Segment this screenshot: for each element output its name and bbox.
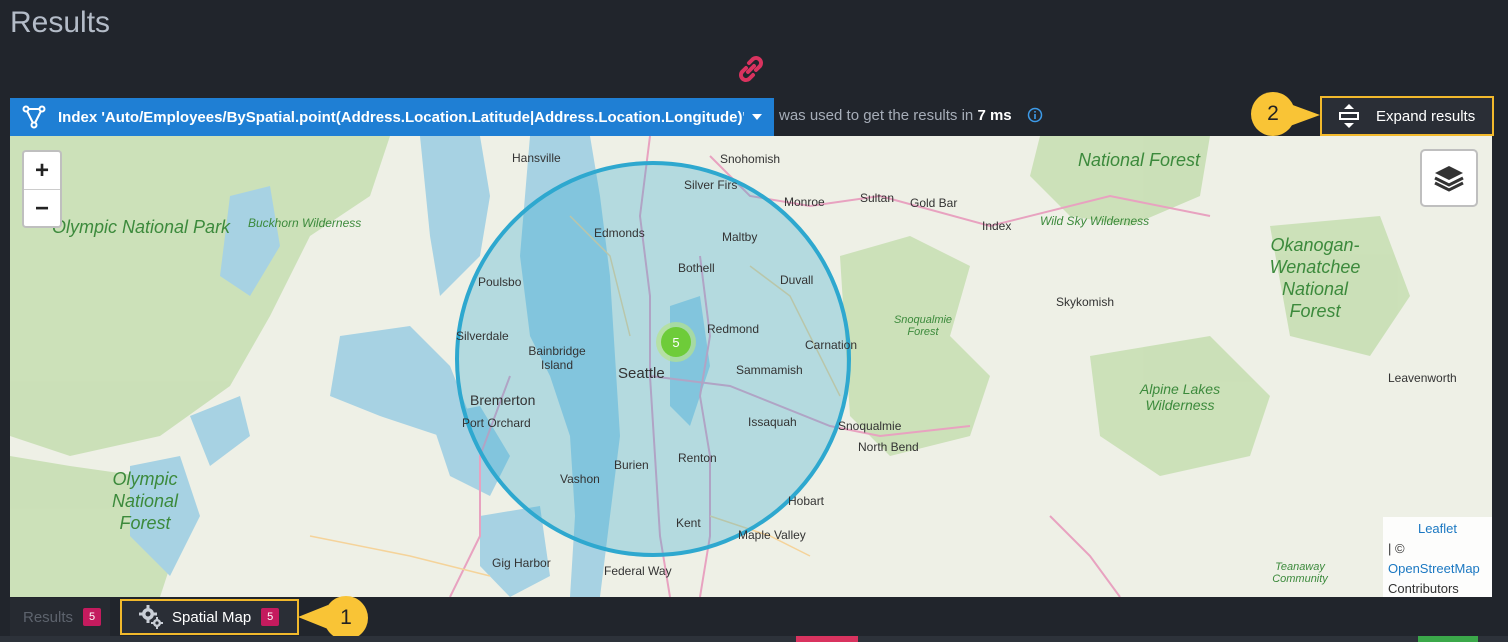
map-place-label: Hobart	[788, 494, 825, 508]
zoom-out-button[interactable]: −	[24, 190, 60, 227]
status-strip	[0, 636, 1508, 642]
tab-spatial-map[interactable]: Spatial Map 5	[120, 599, 299, 635]
tab-spatial-label: Spatial Map	[172, 608, 252, 626]
map-attribution: Leaflet | © OpenStreetMap Contributors	[1383, 517, 1492, 597]
map-place-label: Issaquah	[748, 415, 797, 429]
results-count-badge: 5	[83, 608, 102, 626]
map-place-label: Duvall	[780, 273, 814, 287]
map-place-label: Maltby	[722, 230, 758, 244]
callout-2: 2	[1251, 92, 1295, 136]
callout-1-number: 1	[340, 606, 352, 629]
expand-results-label: Expand results	[1376, 107, 1476, 125]
map-park-label: Wild Sky Wilderness	[1040, 214, 1150, 228]
map-place-label: Sammamish	[736, 363, 803, 377]
used-text: was used to get the results in	[779, 107, 974, 124]
callout-1: 1	[324, 596, 368, 640]
map-place-label: Edmonds	[594, 226, 645, 240]
map-place-label: Redmond	[707, 322, 760, 336]
status-strip-green	[1418, 636, 1478, 642]
callout-2-pointer	[1290, 104, 1320, 126]
map-park-label: National Forest	[1078, 150, 1201, 170]
map-place-label: Hansville	[512, 151, 561, 165]
marker-cluster[interactable]: 5	[656, 322, 696, 362]
index-selector[interactable]: Index 'Auto/Employees/BySpatial.point(Ad…	[10, 98, 774, 136]
leaflet-link[interactable]: Leaflet	[1418, 521, 1457, 536]
query-time-text: was used to get the results in 7 ms	[779, 107, 1012, 124]
expand-icon	[1339, 104, 1359, 128]
spatial-count-badge: 5	[261, 608, 280, 626]
map-park-label: Teanaway Community	[1272, 561, 1328, 585]
map-place-label: Bainbridge Island	[528, 344, 586, 372]
map-place-label: Port Orchard	[462, 416, 531, 430]
map-place-label: Federal Way	[604, 564, 672, 578]
page-title: Results	[10, 6, 111, 39]
tab-results[interactable]: Results 5	[10, 598, 110, 636]
zoom-control: + −	[22, 150, 62, 228]
map-place-label: Gig Harbor	[492, 556, 551, 570]
map-place-label: Poulsbo	[478, 275, 522, 289]
map-park-label: Olympic National Park	[52, 217, 231, 237]
map-place-label: Leavenworth	[1388, 371, 1457, 385]
map-park-label: Snoqualmie Forest	[893, 314, 953, 338]
map-park-label: Alpine Lakes Wilderness	[1139, 381, 1221, 413]
map-place-label: Silver Firs	[684, 178, 738, 192]
layers-button[interactable]	[1420, 149, 1478, 207]
expand-results-button[interactable]: Expand results	[1320, 96, 1494, 136]
map-place-label: Gold Bar	[910, 196, 958, 210]
index-icon	[22, 105, 46, 129]
map-place-label: Seattle	[618, 365, 665, 382]
map-place-label: Maple Valley	[738, 528, 806, 542]
map-place-label: Monroe	[784, 195, 825, 209]
callout-2-number: 2	[1267, 102, 1279, 125]
map-place-label: Silverdale	[456, 329, 509, 343]
map-place-label: Kent	[676, 516, 701, 530]
tab-results-label: Results	[23, 608, 74, 626]
info-icon[interactable]	[1027, 107, 1043, 123]
map-place-label: North Bend	[858, 440, 919, 454]
map-place-label: Skykomish	[1056, 295, 1115, 309]
layers-icon	[1434, 166, 1464, 192]
results-tabs: Results 5 Spatial Map 5	[10, 598, 299, 636]
map-place-label: Burien	[614, 458, 649, 472]
gears-icon	[139, 605, 163, 629]
query-time: 7 ms	[977, 107, 1012, 124]
status-strip-red	[796, 636, 858, 642]
spatial-map[interactable]: Olympic National Park Buckhorn Wildernes…	[10, 136, 1492, 597]
map-park-label: Olympic National Forest	[111, 469, 179, 533]
map-place-label: Bothell	[678, 261, 715, 275]
cluster-count: 5	[661, 327, 691, 357]
map-place-label: Sultan	[860, 191, 895, 205]
map-place-label: Snohomish	[720, 152, 781, 166]
osm-link[interactable]: OpenStreetMap	[1388, 559, 1487, 579]
map-park-label: Okanogan-Wenatchee National Forest	[1269, 235, 1361, 321]
zoom-in-button[interactable]: +	[24, 152, 60, 190]
map-place-label: Carnation	[805, 338, 858, 352]
attribution-separator: | ©	[1388, 541, 1405, 556]
map-place-label: Renton	[678, 451, 717, 465]
chevron-down-icon[interactable]	[752, 114, 762, 120]
map-place-label: Vashon	[560, 472, 600, 486]
map-park-label: Buckhorn Wilderness	[248, 216, 362, 230]
map-place-label: Index	[982, 219, 1012, 233]
index-label: Index 'Auto/Employees/BySpatial.point(Ad…	[58, 108, 744, 126]
link-icon[interactable]	[734, 52, 768, 86]
map-place-label: Snoqualmie	[838, 419, 902, 433]
attribution-contributors: Contributors	[1388, 581, 1459, 596]
map-place-label: Bremerton	[470, 392, 536, 408]
